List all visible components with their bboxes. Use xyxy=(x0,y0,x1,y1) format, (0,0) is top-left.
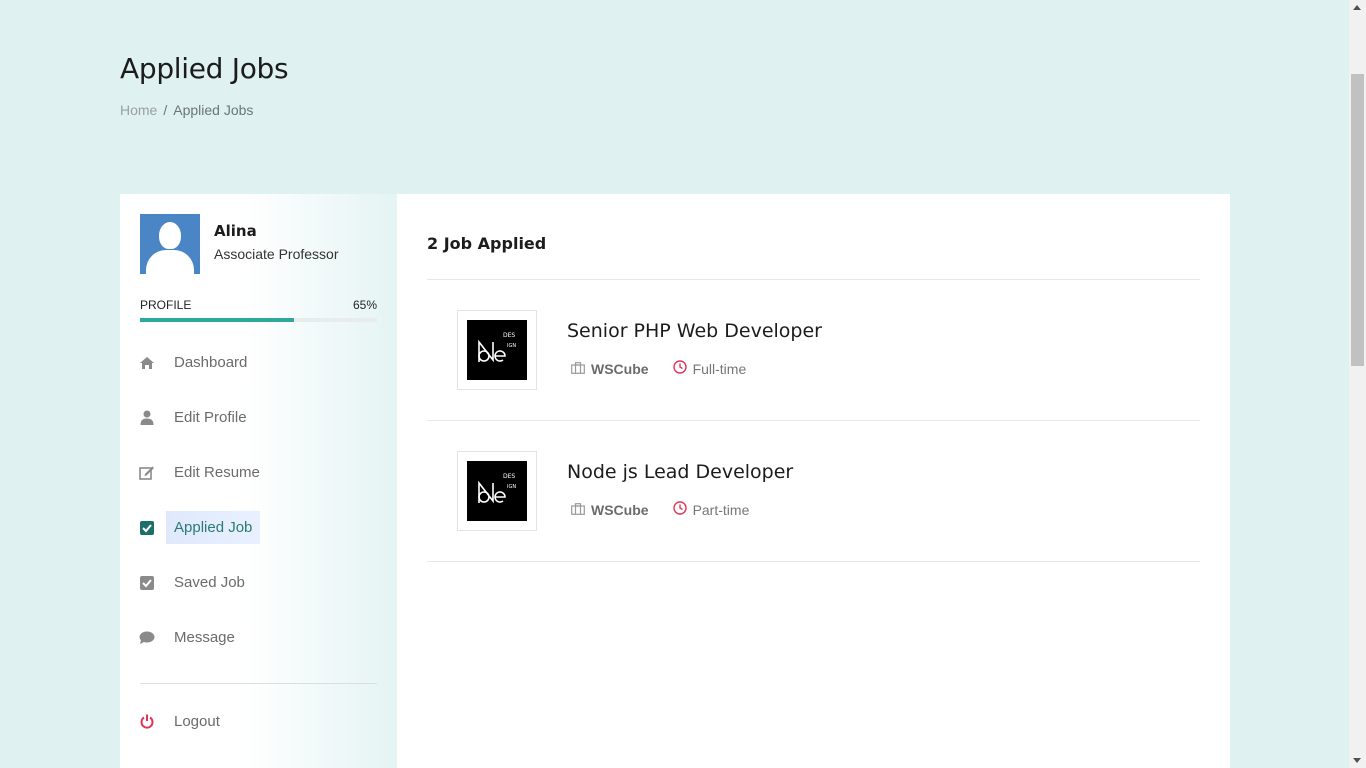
scroll-down-icon[interactable] xyxy=(1353,758,1361,763)
company-logo: DES IGN xyxy=(457,451,537,531)
sidebar-item-edit-profile[interactable]: Edit Profile xyxy=(138,401,377,434)
sidebar-item-logout[interactable]: Logout xyxy=(138,705,377,738)
dashboard-sidebar: Alina Associate Professor PROFILE 65% Da… xyxy=(120,194,397,768)
job-type-label: Full-time xyxy=(692,360,747,377)
briefcase-icon xyxy=(571,502,585,518)
sidebar-item-label: Applied Job xyxy=(166,511,261,544)
comment-icon xyxy=(138,631,156,645)
sidebar-item-label: Logout xyxy=(174,713,220,730)
user-icon xyxy=(138,410,156,425)
breadcrumb-current: Applied Jobs xyxy=(173,102,254,118)
job-meta: WSCube Part-time xyxy=(571,501,749,518)
vertical-scrollbar[interactable] xyxy=(1349,0,1366,768)
sidebar-item-label: Message xyxy=(174,629,235,646)
job-company: WSCube xyxy=(571,361,649,377)
svg-text:DES: DES xyxy=(503,332,515,339)
breadcrumb-home-link[interactable]: Home xyxy=(120,102,157,118)
clock-icon xyxy=(672,360,687,377)
sidebar-divider xyxy=(140,683,377,684)
sidebar-item-edit-resume[interactable]: Edit Resume xyxy=(138,456,377,489)
sidebar-item-message[interactable]: Message xyxy=(138,621,377,654)
applied-count-title: 2 Job Applied xyxy=(427,234,547,253)
home-icon xyxy=(138,356,156,370)
job-type: Full-time xyxy=(672,360,747,377)
job-type-label: Part-time xyxy=(692,501,750,518)
page-title: Applied Jobs xyxy=(120,52,289,85)
profile-progress-label: PROFILE 65% xyxy=(140,298,377,312)
sidebar-menu: Dashboard Edit Profile Edit Resume Appli… xyxy=(138,346,377,676)
company-logo: DES IGN xyxy=(457,310,537,390)
check-square-icon xyxy=(138,575,156,590)
scroll-up-icon[interactable] xyxy=(1353,5,1361,10)
job-list-item[interactable]: DES IGN Senior PHP Web Developer WSCube xyxy=(427,280,1200,420)
company-name: WSCube xyxy=(591,501,649,518)
check-square-icon xyxy=(138,520,156,535)
sidebar-item-dashboard[interactable]: Dashboard xyxy=(138,346,377,379)
sidebar-item-label: Saved Job xyxy=(174,574,245,591)
job-title[interactable]: Node js Lead Developer xyxy=(567,461,793,483)
job-type: Part-time xyxy=(672,501,750,518)
svg-text:IGN: IGN xyxy=(507,484,516,490)
breadcrumb-separator: / xyxy=(163,102,168,118)
breadcrumb: Home / Applied Jobs xyxy=(120,102,253,118)
progress-title: PROFILE xyxy=(140,298,192,312)
job-list-item[interactable]: DES IGN Node js Lead Developer WSCube Pa… xyxy=(427,421,1200,561)
profile-role: Associate Professor xyxy=(214,246,339,262)
avatar xyxy=(140,214,200,274)
profile-progress-fill xyxy=(140,318,295,322)
sidebar-item-saved-job[interactable]: Saved Job xyxy=(138,566,377,599)
edit-icon xyxy=(138,465,156,480)
profile-name: Alina xyxy=(214,222,257,240)
applied-jobs-panel: 2 Job Applied DES IGN Senior PHP Web Dev… xyxy=(397,194,1230,768)
scrollbar-thumb[interactable] xyxy=(1351,74,1364,366)
profile-header: Alina Associate Professor xyxy=(140,214,339,274)
svg-text:IGN: IGN xyxy=(507,343,516,349)
clock-icon xyxy=(672,501,687,518)
job-meta: WSCube Full-time xyxy=(571,360,746,377)
briefcase-icon xyxy=(571,361,585,377)
power-icon xyxy=(138,714,156,729)
sidebar-item-label: Edit Profile xyxy=(174,409,247,426)
section-divider xyxy=(427,561,1200,562)
progress-value: 65% xyxy=(352,298,377,312)
sidebar-item-applied-job[interactable]: Applied Job xyxy=(138,511,377,544)
company-name: WSCube xyxy=(591,360,649,377)
sidebar-item-label: Edit Resume xyxy=(174,464,260,481)
svg-text:DES: DES xyxy=(503,473,515,480)
profile-progress-bar xyxy=(140,318,377,322)
sidebar-item-label: Dashboard xyxy=(174,354,248,371)
job-company: WSCube xyxy=(571,502,649,518)
job-title[interactable]: Senior PHP Web Developer xyxy=(567,320,822,342)
